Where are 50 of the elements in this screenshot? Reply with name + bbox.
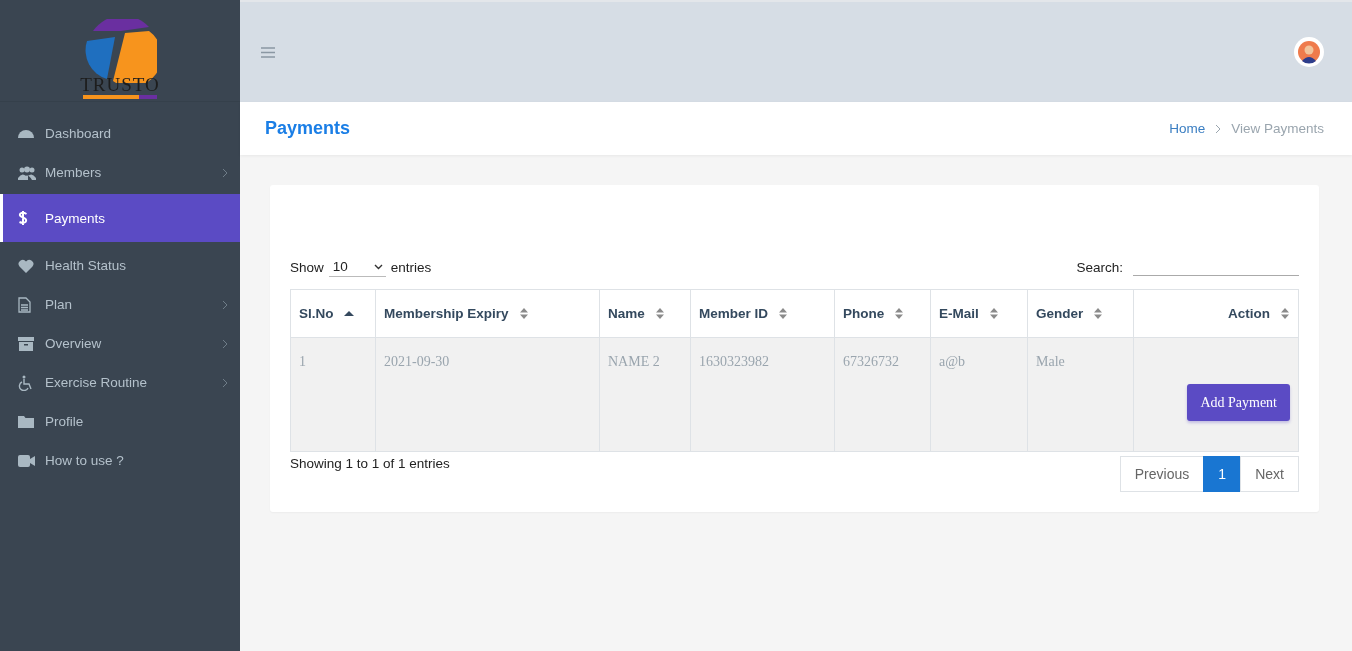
sidebar-item[interactable]: Profile <box>0 402 240 441</box>
table-cell: a@b <box>930 337 1028 452</box>
table-cell: 2021-09-30 <box>375 337 600 452</box>
folder-icon <box>18 415 34 428</box>
page-title: Payments <box>265 118 351 139</box>
sidebar-item[interactable]: Members <box>0 153 240 192</box>
sidebar-item[interactable]: How to use ? <box>0 441 240 480</box>
entries-info: Showing 1 to 1 of 1 entries <box>290 456 450 471</box>
show-label: Show <box>290 259 324 275</box>
table-cell: Male <box>1027 337 1134 452</box>
sidebar-item[interactable]: Plan <box>0 285 240 324</box>
archive-icon <box>18 336 34 351</box>
logo-text: TRUSTO <box>80 75 160 95</box>
table-cell: 67326732 <box>834 337 931 452</box>
table-cell: 1630323982 <box>690 337 835 452</box>
page-button[interactable]: 1 <box>1203 456 1242 492</box>
column-header[interactable]: Gender <box>1027 289 1134 338</box>
column-header[interactable]: Action <box>1133 289 1299 338</box>
column-header[interactable]: Member ID <box>690 289 835 338</box>
add-payment-button[interactable]: Add Payment <box>1187 384 1290 421</box>
next-button[interactable]: Next <box>1240 456 1299 492</box>
search-label: Search: <box>1076 259 1123 275</box>
column-header[interactable]: Phone <box>834 289 931 338</box>
video-camera-icon <box>18 454 35 467</box>
previous-button[interactable]: Previous <box>1119 456 1205 492</box>
breadcrumb-link[interactable]: Home <box>1169 121 1206 136</box>
column-header[interactable]: Name <box>599 289 691 338</box>
chevron-down-icon <box>373 263 383 270</box>
entries-label: entries <box>390 259 432 275</box>
gauge-icon <box>18 129 34 138</box>
sidebar-item[interactable]: Overview <box>0 324 240 363</box>
wheelchair-icon <box>18 374 34 391</box>
breadcrumb-current: View Payments <box>1231 121 1324 136</box>
dollar-icon <box>18 210 28 226</box>
sidebar-item[interactable]: Payments <box>0 194 240 242</box>
column-header[interactable]: Sl.No <box>290 289 376 338</box>
document-icon <box>18 296 31 313</box>
column-header[interactable]: Membership Expiry <box>375 289 600 338</box>
menu-icon[interactable] <box>261 46 275 58</box>
page-size-select[interactable]: 10 <box>328 257 386 277</box>
heart-icon <box>18 258 34 273</box>
chevron-right-icon <box>1215 123 1222 134</box>
sidebar-item[interactable]: Health Status <box>0 246 240 285</box>
users-icon <box>18 165 36 180</box>
avatar-icon[interactable] <box>1294 37 1324 67</box>
sidebar-item[interactable]: Dashboard <box>0 114 240 153</box>
table-cell: NAME 2 <box>599 337 691 452</box>
column-header[interactable]: E-Mail <box>930 289 1028 338</box>
sidebar-item[interactable]: Exercise Routine <box>0 363 240 402</box>
table-cell: 1 <box>290 337 376 452</box>
